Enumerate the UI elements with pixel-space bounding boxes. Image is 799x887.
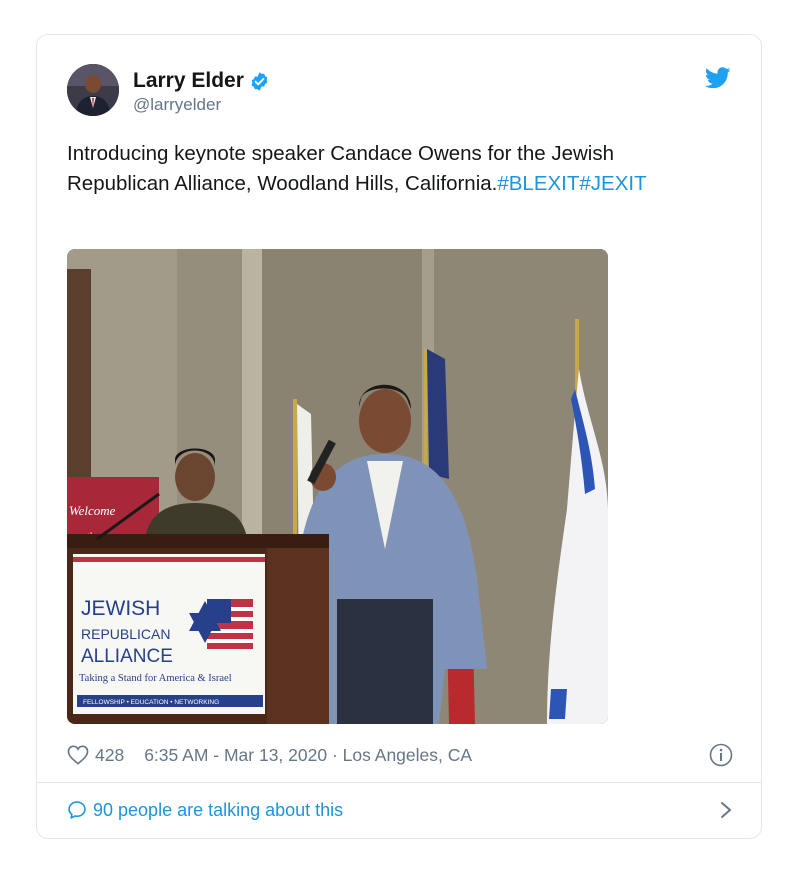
banner-tagline: Taking a Stand for America & Israel [79,673,232,684]
tweet-meta: 428 6:35 AM - Mar 13, 2020 · Los Angeles… [67,741,733,769]
conversation-link[interactable]: 90 people are talking about this [67,795,733,825]
twitter-bird-icon[interactable] [705,67,731,89]
banner-alliance: ALLIANCE [81,646,173,667]
author-name[interactable]: Larry Elder [133,69,244,93]
divider [37,782,761,783]
meta-separator: · [327,744,343,765]
profile-photo-icon [67,64,119,116]
author-name-row[interactable]: Larry Elder [133,69,270,93]
tweet-card: Larry Elder @larryelder Introducing keyn… [36,34,762,839]
welcome-sign-text: Welcome [69,503,116,518]
timestamp[interactable]: 6:35 AM - Mar 13, 2020 [144,745,327,766]
like-count[interactable]: 428 [95,745,124,766]
hashtag-jexit[interactable]: #JEXIT [579,172,646,195]
hashtag-blexit[interactable]: #BLEXIT [497,172,579,195]
event-photo: Welcome the [67,249,608,724]
banner-jewish: JEWISH [81,597,160,620]
talking-text[interactable]: 90 people are talking about this [93,800,343,821]
avatar[interactable] [67,64,119,116]
banner-republican: REPUBLICAN [81,626,170,642]
banner-footer: FELLOWSHIP • EDUCATION • NETWORKING [83,699,219,706]
info-icon[interactable] [709,743,733,767]
chevron-right-icon[interactable] [719,801,733,819]
heart-icon[interactable] [67,745,89,765]
speech-bubble-icon [68,801,86,819]
author-handle[interactable]: @larryelder [133,95,221,115]
verified-badge-icon [251,71,268,91]
tweet-text: Introducing keynote speaker Candace Owen… [67,139,717,199]
tweet-photo[interactable]: Welcome the [67,249,608,724]
location[interactable]: Los Angeles, CA [343,745,472,766]
